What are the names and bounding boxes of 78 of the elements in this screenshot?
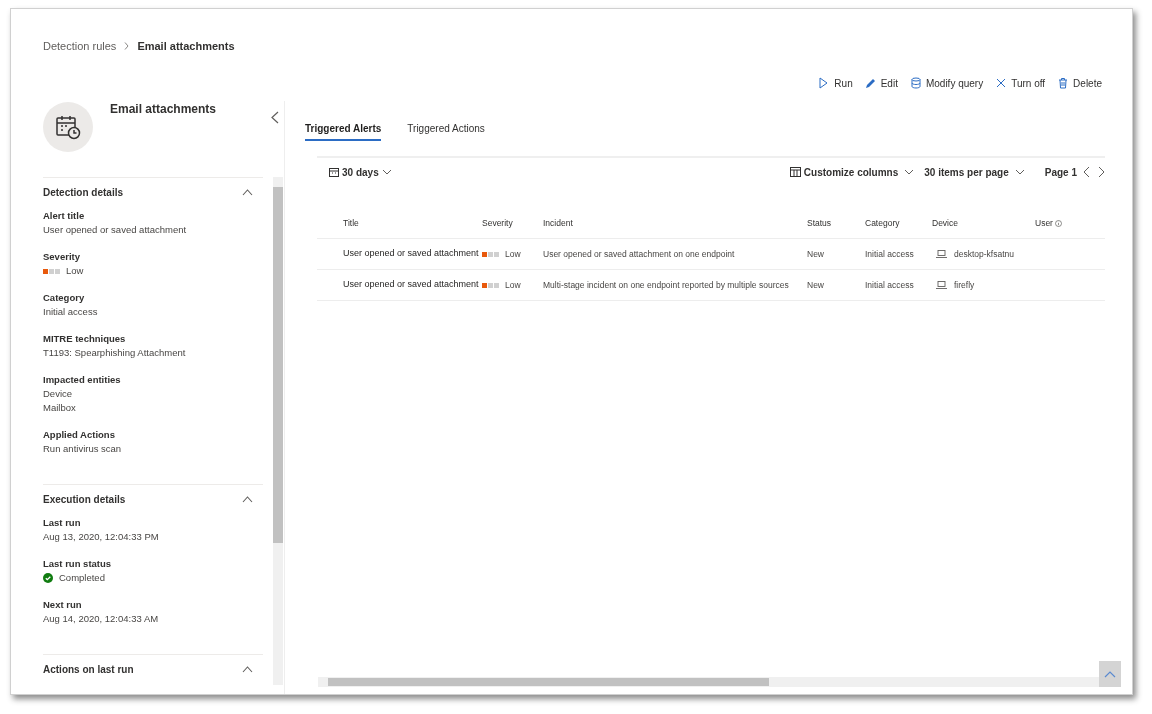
column-header[interactable]: Category [865,217,900,230]
chevron-down-icon [381,169,392,175]
column-header[interactable]: Severity [482,217,513,230]
field-value: Low [66,263,84,278]
chevron-up-icon[interactable] [242,495,254,503]
table-cell: Initial access [865,279,914,290]
tab[interactable]: Triggered Alerts [305,118,382,141]
close-icon [995,77,1008,89]
toolbar-button[interactable]: Turn off [995,75,1046,91]
field-value: Device [43,386,73,401]
chevron-up-icon[interactable] [242,188,254,196]
check-circle-icon [43,573,53,583]
horizontal-scrollbar[interactable] [318,677,1099,687]
previous-page-icon[interactable] [1083,166,1090,178]
field-value: Run antivirus scan [43,441,122,456]
collapse-icon[interactable] [271,111,280,124]
field-label: Category [43,291,86,305]
next-page-icon[interactable] [1098,166,1105,178]
table-cell: New [807,248,824,259]
column-header[interactable]: Incident [543,217,573,230]
section-heading: Detection details [43,185,124,200]
columns-icon [789,167,801,177]
table-cell: User opened or saved attachment on one endpoint [543,248,735,259]
field-value: T1193: Spearphishing Attachment [43,345,186,360]
toolbar-button[interactable]: Delete [1057,75,1102,91]
info-icon [1054,220,1062,227]
laptop-icon [936,281,947,289]
field-value: User opened or saved attachment [43,222,187,237]
chevron-right-icon [124,42,130,50]
rule-title: Email attachments [110,101,217,118]
page-number: Page 1 [1044,165,1077,180]
pencil-icon [864,77,877,89]
field-value: Initial access [43,304,98,319]
chevron-up-icon [1104,670,1116,678]
breadcrumb-link[interactable]: Detection rules [43,37,117,55]
table-cell: Initial access [865,248,914,259]
column-header[interactable]: User [1035,217,1053,230]
field-label: Last run status [43,557,113,571]
database-icon [909,77,922,89]
field-label: MITRE techniques [43,332,127,346]
customize-columns-button[interactable]: Customize columns [789,164,915,180]
section-heading: Execution details [43,492,126,507]
field-label: Impacted entities [43,373,122,387]
table-cell: User opened or saved attachment [343,248,479,259]
field-value: Completed [59,570,105,585]
field-label: Applied Actions [43,428,116,442]
tab[interactable]: Triggered Actions [407,118,485,141]
table-cell: Multi-stage incident on one endpoint reported by multiple sources [543,279,789,290]
column-header[interactable]: Status [807,217,832,230]
vertical-scrollbar[interactable] [273,177,283,685]
field-label: Next run [43,598,83,612]
field-label: Alert title [43,209,86,223]
toolbar-button[interactable]: Run [818,75,853,91]
field-value: Aug 14, 2020, 12:04:33 AM [43,611,159,626]
table-cell: User opened or saved attachment [343,279,479,290]
table-cell: New [807,279,824,290]
date-range-dropdown[interactable]: 30 days [329,164,392,180]
laptop-icon [936,250,947,258]
section-heading: Actions on last run [43,662,134,677]
calendar-clock-icon [55,114,81,140]
column-header[interactable]: Title [343,217,359,230]
field-label: Severity [43,250,81,264]
chevron-down-icon [1014,169,1025,175]
trash-icon [1057,77,1070,89]
field-label: Last run [43,516,82,530]
table-cell: Low [505,278,521,292]
device-link[interactable]: firefly [954,278,975,292]
chevron-up-icon[interactable] [242,665,254,673]
page-size-dropdown[interactable]: 30 items per page [924,164,1025,180]
field-value: Mailbox [43,400,76,415]
calendar-icon [329,167,339,177]
device-link[interactable]: desktop-kfsatnu [954,247,1014,261]
field-value: Aug 13, 2020, 12:04:33 PM [43,529,159,544]
toolbar-button[interactable]: Modify query [909,75,984,91]
chevron-down-icon [904,169,915,175]
toolbar-button[interactable]: Edit [864,75,898,91]
column-header[interactable]: Device [932,217,958,230]
table-cell: Low [505,247,521,261]
